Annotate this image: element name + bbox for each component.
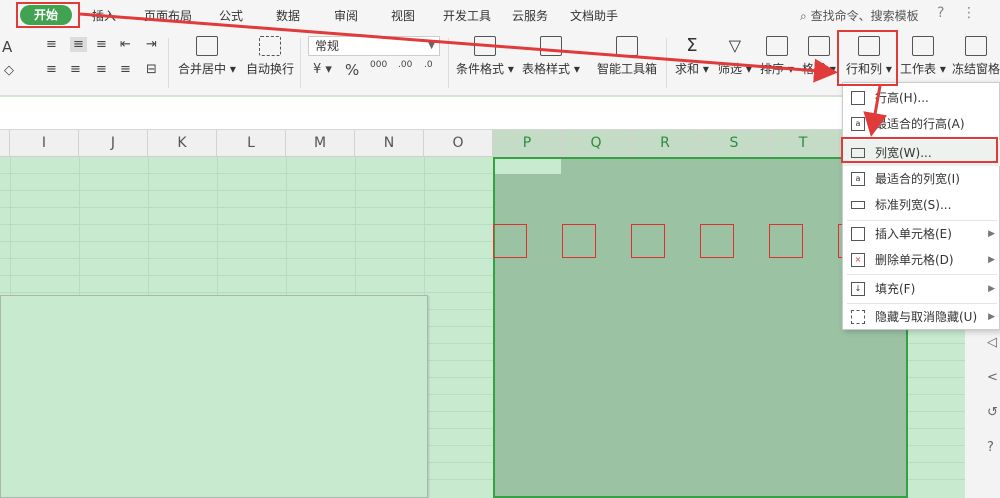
annotation-arrow xyxy=(863,85,887,137)
annotation-arrows xyxy=(79,12,887,137)
annotation-arrow xyxy=(79,12,838,83)
